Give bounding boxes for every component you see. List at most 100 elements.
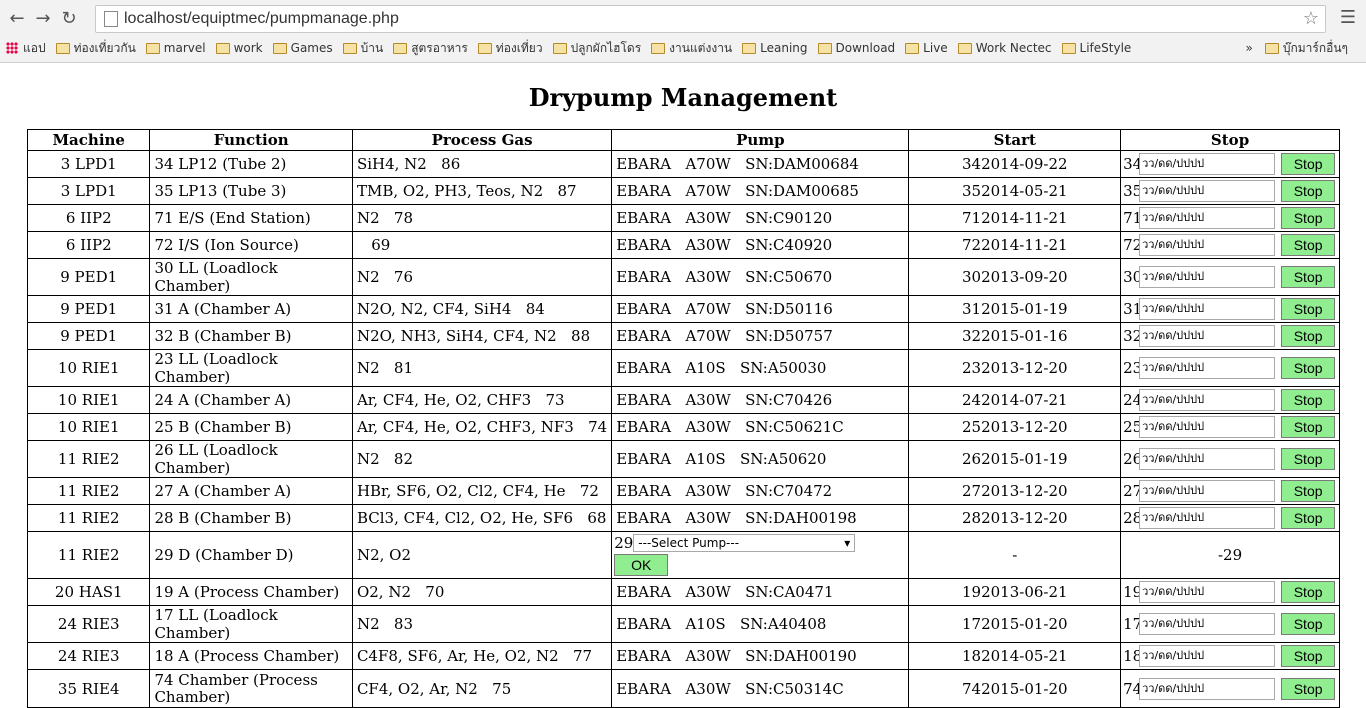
cell-start: 272013-12-20 <box>908 477 1122 505</box>
stop-controls: 31 วว/ดด/ปปปป Stop <box>1123 296 1339 322</box>
cell-function: 34 LP12 (Tube 2) <box>149 150 353 178</box>
stop-date-input[interactable]: วว/ดด/ปปปป <box>1139 645 1276 667</box>
stop-button[interactable]: Stop <box>1281 507 1336 529</box>
stop-controls: 28 วว/ดด/ปปปป Stop <box>1123 505 1339 531</box>
stop-id: 34 <box>1123 155 1143 173</box>
cell-machine: 11 RIE2 <box>26 440 151 478</box>
stop-date-input[interactable]: วว/ดด/ปปปป <box>1139 581 1276 603</box>
cell-stop: 32 วว/ดด/ปปปป Stop <box>1120 322 1340 350</box>
more-bookmarks-chevron[interactable]: » <box>1246 41 1253 55</box>
bookmark-item[interactable]: Work Nectec <box>957 41 1052 55</box>
bookmark-label: Leaning <box>760 41 808 55</box>
cell-start: 182014-05-21 <box>908 642 1122 670</box>
cell-process-gas: Ar, CF4, He, O2, CHF3, NF3 74 <box>351 413 613 441</box>
bookmark-label: แอป <box>23 40 46 55</box>
bookmark-star-icon[interactable]: ☆ <box>1303 8 1319 29</box>
stop-date-input[interactable]: วว/ดด/ปปปป <box>1139 153 1276 175</box>
stop-button[interactable]: Stop <box>1281 416 1336 438</box>
stop-button[interactable]: Stop <box>1281 266 1336 288</box>
stop-date-input[interactable]: วว/ดด/ปปปป <box>1139 480 1276 502</box>
cell-start: 322015-01-16 <box>908 322 1122 350</box>
cell-machine: 9 PED1 <box>26 322 151 350</box>
stop-controls: 25 วว/ดด/ปปปป Stop <box>1123 414 1339 440</box>
stop-button[interactable]: Stop <box>1281 480 1336 502</box>
stop-date-input[interactable]: วว/ดด/ปปปป <box>1139 507 1276 529</box>
stop-button[interactable]: Stop <box>1281 581 1336 603</box>
stop-date-input[interactable]: วว/ดด/ปปปป <box>1139 613 1276 635</box>
stop-date-input[interactable]: วว/ดด/ปปปป <box>1139 266 1276 288</box>
cell-process-gas: N2 82 <box>351 440 613 478</box>
bookmark-item[interactable]: LifeStyle <box>1061 41 1131 55</box>
stop-date-input[interactable]: วว/ดด/ปปปป <box>1139 298 1276 320</box>
bookmark-other[interactable]: บุ๊กมาร์กอื่นๆ <box>1264 39 1348 58</box>
bookmark-label: work <box>233 41 263 55</box>
stop-button[interactable]: Stop <box>1281 645 1336 667</box>
cell-function: 71 E/S (End Station) <box>149 204 353 232</box>
stop-date-input[interactable]: วว/ดด/ปปปป <box>1139 677 1276 700</box>
cell-function: 32 B (Chamber B) <box>149 322 353 350</box>
bookmark-item[interactable]: Leaning <box>742 41 808 55</box>
stop-controls: 17 วว/ดด/ปปปป Stop <box>1123 611 1339 637</box>
cell-stop: 71 วว/ดด/ปปปป Stop <box>1120 204 1340 232</box>
cell-stop: 24 วว/ดด/ปปปป Stop <box>1120 386 1340 414</box>
stop-button[interactable]: Stop <box>1281 153 1336 175</box>
bookmark-item[interactable]: ท่องเที่ยว <box>477 39 543 58</box>
bookmark-item[interactable]: work <box>215 41 263 55</box>
stop-id: 24 <box>1123 391 1143 409</box>
header-pump: Pump <box>611 129 910 151</box>
bookmark-item[interactable]: แอป <box>6 39 46 58</box>
folder-icon <box>905 42 920 54</box>
cell-stop: 35 วว/ดด/ปปปป Stop <box>1120 177 1340 205</box>
stop-date-input[interactable]: วว/ดด/ปปปป <box>1139 357 1276 379</box>
stop-date-input[interactable]: วว/ดด/ปปปป <box>1139 180 1276 202</box>
cell-machine: 3 LPD1 <box>26 177 151 205</box>
bookmark-item[interactable]: Games <box>272 41 333 55</box>
cell-function: 30 LL (Loadlock Chamber) <box>149 258 353 296</box>
stop-date-input[interactable]: วว/ดด/ปปปป <box>1139 389 1276 411</box>
stop-button[interactable]: Stop <box>1281 613 1336 635</box>
cell-process-gas: C4F8, SF6, Ar, He, O2, N2 77 <box>351 642 613 670</box>
bookmark-label: Games <box>290 41 333 55</box>
stop-date-input[interactable]: วว/ดด/ปปปป <box>1139 234 1276 256</box>
stop-button[interactable]: Stop <box>1281 180 1336 202</box>
stop-date-input[interactable]: วว/ดด/ปปปป <box>1139 448 1276 470</box>
pump-select[interactable]: ---Select Pump--- ▾ <box>633 534 856 552</box>
stop-button[interactable]: Stop <box>1281 448 1336 470</box>
pump-select-id: 29 <box>614 534 634 552</box>
stop-date-input[interactable]: วว/ดด/ปปปป <box>1139 416 1276 438</box>
reload-icon[interactable]: ↻ <box>56 5 82 31</box>
menu-icon[interactable]: ☰ <box>1340 7 1356 28</box>
stop-date-input[interactable]: วว/ดด/ปปปป <box>1139 325 1276 347</box>
table-row: 24 RIE3 17 LL (Loadlock Chamber) N2 83 EBAR… <box>26 605 1340 643</box>
table-row: 6 IIP2 71 E/S (End Station) N2 78 EBARA A30… <box>26 204 1340 232</box>
cell-pump: EBARA A10S SN:A40408 <box>611 605 910 643</box>
bookmark-item[interactable]: งานแต่งงาน <box>651 39 732 58</box>
stop-button[interactable]: Stop <box>1281 207 1336 229</box>
table-row: 11 RIE2 28 B (Chamber B) BCl3, CF4, Cl2, O… <box>26 504 1340 532</box>
bookmark-item[interactable]: บ้าน <box>342 39 383 58</box>
bookmark-item[interactable]: สูตรอาหาร <box>393 39 468 58</box>
stop-button[interactable]: Stop <box>1281 389 1336 411</box>
bookmark-item[interactable]: Live <box>905 41 948 55</box>
cell-pump: EBARA A30W SN:C50621C <box>611 413 910 441</box>
bookmark-item[interactable]: Download <box>817 41 895 55</box>
bookmark-item[interactable]: ปลูกผักไฮโดร <box>552 39 641 58</box>
bookmark-item[interactable]: ท่องเที่ยวกัน <box>55 39 136 58</box>
stop-date-input[interactable]: วว/ดด/ปปปป <box>1139 207 1276 229</box>
stop-button[interactable]: Stop <box>1281 677 1336 700</box>
cell-pump: EBARA A30W SN:C50314C <box>611 669 910 708</box>
cell-machine: 9 PED1 <box>26 295 151 323</box>
stop-button[interactable]: Stop <box>1281 298 1336 320</box>
forward-icon[interactable]: → <box>30 5 56 31</box>
bookmark-item[interactable]: marvel <box>145 41 206 55</box>
cell-function: 23 LL (Loadlock Chamber) <box>149 349 353 387</box>
bookmark-label: marvel <box>163 41 206 55</box>
table-row-unassigned: 11 RIE2 29 D (Chamber D) N2, O2 29 ---Select… <box>26 531 1340 579</box>
stop-button[interactable]: Stop <box>1281 234 1336 256</box>
ok-button[interactable]: OK <box>614 554 669 576</box>
address-bar[interactable]: localhost/equiptmec/pumpmanage.php ☆ <box>95 5 1326 33</box>
url-text[interactable]: localhost/equiptmec/pumpmanage.php <box>124 10 399 28</box>
back-icon[interactable]: ← <box>4 5 30 31</box>
stop-button[interactable]: Stop <box>1281 357 1336 379</box>
stop-button[interactable]: Stop <box>1281 325 1336 347</box>
